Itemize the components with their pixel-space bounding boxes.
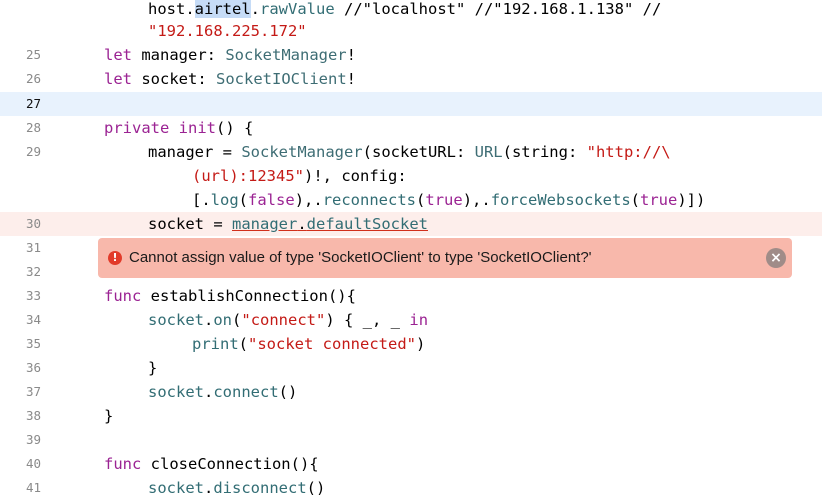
code-line[interactable]: 28 private init() { bbox=[0, 116, 822, 140]
line-number: 25 bbox=[25, 47, 41, 62]
line-number: 27 bbox=[25, 96, 41, 111]
code-text: } bbox=[148, 359, 158, 377]
line-number: 34 bbox=[25, 312, 41, 327]
code-line[interactable]: 37 socket.connect() bbox=[0, 380, 822, 404]
code-text: } bbox=[104, 407, 114, 425]
line-number: 28 bbox=[25, 120, 41, 135]
code-text: host.airtel.rawValue //"localhost" //"19… bbox=[148, 0, 662, 18]
code-text: private init() { bbox=[104, 119, 254, 137]
code-text: socket = manager.defaultSocket bbox=[148, 215, 428, 233]
code-line-wrapped[interactable]: (url):12345")!, config: bbox=[0, 164, 822, 188]
line-number: 33 bbox=[25, 288, 41, 303]
code-line[interactable]: 41 socket.disconnect() bbox=[0, 476, 822, 500]
code-text: manager = SocketManager(socketURL: URL(s… bbox=[148, 143, 671, 161]
code-line-wrapped[interactable]: [.log(false),.reconnects(true),.forceWeb… bbox=[0, 188, 822, 212]
code-text: func closeConnection(){ bbox=[104, 455, 319, 473]
code-text: [.log(false),.reconnects(true),.forceWeb… bbox=[192, 191, 706, 209]
code-text: socket.on("connect") { _, _ in bbox=[148, 311, 429, 329]
line-number: 41 bbox=[25, 480, 41, 495]
code-line[interactable]: 40 func closeConnection(){ bbox=[0, 452, 822, 476]
error-message: Cannot assign value of type 'SocketIOCli… bbox=[129, 249, 592, 266]
code-line[interactable]: "192.168.225.172" bbox=[0, 19, 822, 43]
current-code-line[interactable]: 27 bbox=[0, 92, 822, 116]
line-number: 37 bbox=[25, 384, 41, 399]
line-number: 30 bbox=[25, 216, 41, 231]
code-text: socket.connect() bbox=[148, 383, 298, 401]
code-line[interactable]: 35 print("socket connected") bbox=[0, 332, 822, 356]
line-number: 26 bbox=[25, 71, 41, 86]
line-number: 32 bbox=[25, 264, 41, 279]
code-text: socket.disconnect() bbox=[148, 479, 326, 497]
code-text: (url):12345")!, config: bbox=[192, 167, 407, 185]
error-banner[interactable]: ! Cannot assign value of type 'SocketIOC… bbox=[98, 238, 792, 278]
code-editor[interactable]: host.airtel.rawValue //"localhost" //"19… bbox=[0, 0, 822, 502]
code-text: "192.168.225.172" bbox=[148, 22, 307, 40]
close-icon[interactable]: × bbox=[766, 248, 786, 268]
error-code-line[interactable]: 30 socket = manager.defaultSocket bbox=[0, 212, 822, 236]
line-number: 40 bbox=[25, 456, 41, 471]
line-number: 38 bbox=[25, 408, 41, 423]
code-line[interactable]: 26 let socket: SocketIOClient! bbox=[0, 67, 822, 91]
line-number: 35 bbox=[25, 336, 41, 351]
code-line[interactable]: host.airtel.rawValue //"localhost" //"19… bbox=[0, 0, 822, 21]
line-number: 36 bbox=[25, 360, 41, 375]
line-number: 39 bbox=[25, 432, 41, 447]
code-line[interactable]: 33 func establishConnection(){ bbox=[0, 284, 822, 308]
code-text: func establishConnection(){ bbox=[104, 287, 356, 305]
code-text: let manager: SocketManager! bbox=[104, 46, 356, 64]
code-line[interactable]: 38 } bbox=[0, 404, 822, 428]
code-text: let socket: SocketIOClient! bbox=[104, 70, 356, 88]
code-text: print("socket connected") bbox=[192, 335, 426, 353]
line-number: 29 bbox=[25, 144, 41, 159]
code-line[interactable]: 39 bbox=[0, 428, 822, 452]
line-number: 31 bbox=[25, 240, 41, 255]
code-line[interactable]: 34 socket.on("connect") { _, _ in bbox=[0, 308, 822, 332]
code-line[interactable]: 25 let manager: SocketManager! bbox=[0, 43, 822, 67]
code-line[interactable]: 29 manager = SocketManager(socketURL: UR… bbox=[0, 140, 822, 164]
code-line[interactable]: 36 } bbox=[0, 356, 822, 380]
error-icon: ! bbox=[108, 251, 122, 265]
